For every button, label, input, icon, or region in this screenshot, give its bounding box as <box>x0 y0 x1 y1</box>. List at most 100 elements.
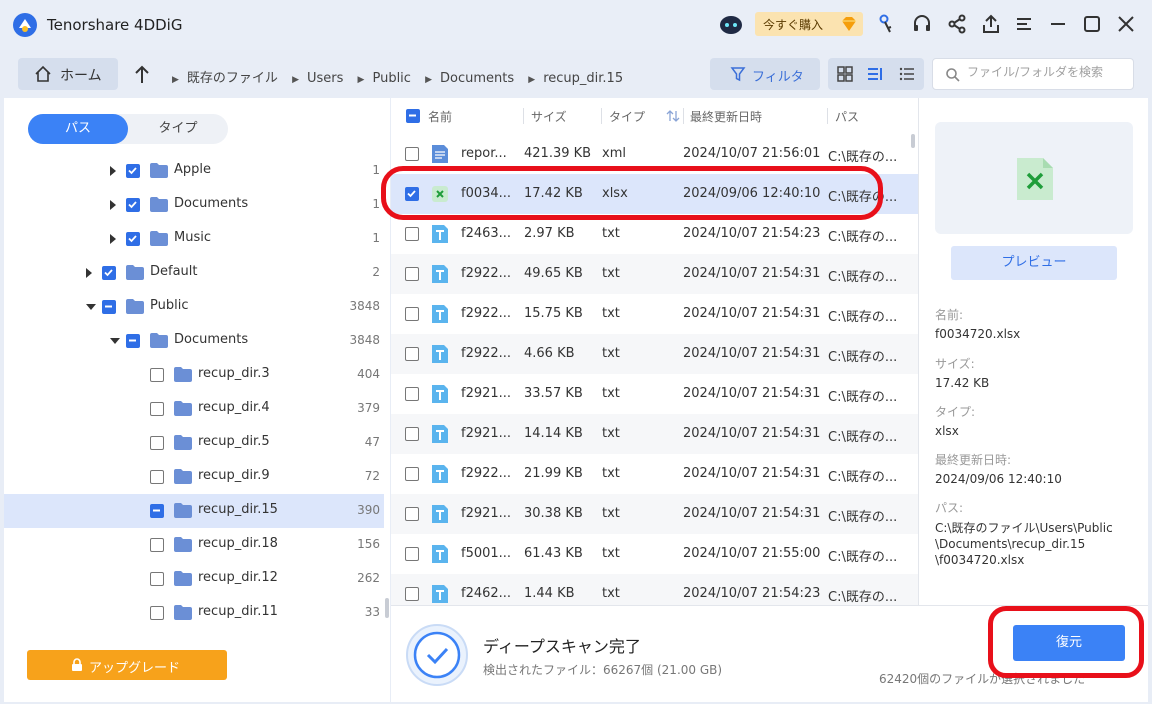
key-icon[interactable] <box>876 13 898 35</box>
headset-support-icon[interactable] <box>911 13 933 35</box>
tree-item[interactable]: recup_dir.9 72 <box>4 460 384 494</box>
file-path: C:\既存の... <box>828 310 898 325</box>
tree-item[interactable]: recup_dir.5 47 <box>4 426 384 460</box>
tab-type[interactable]: タイプ <box>128 114 228 144</box>
tree-item[interactable]: Default 2 <box>4 256 384 290</box>
list-view-icon[interactable] <box>898 65 916 83</box>
tree-item[interactable]: recup_dir.15 390 <box>4 494 384 528</box>
grid-view-icon[interactable] <box>836 65 854 83</box>
tree-item[interactable]: recup_dir.3 404 <box>4 358 384 392</box>
expand-arrow-icon[interactable] <box>110 200 116 210</box>
search-input[interactable] <box>967 65 1127 79</box>
file-row[interactable]: f5001... 61.43 KB txt 2024/10/07 21:55:00 C:… <box>391 534 918 574</box>
file-row-checkbox[interactable] <box>405 507 419 521</box>
column-header-path[interactable]: パス <box>835 108 859 125</box>
detail-list-view-icon[interactable] <box>866 65 884 83</box>
buy-now-button[interactable]: 今すぐ購入 <box>755 12 863 36</box>
restore-button[interactable]: 復元 <box>1013 625 1125 661</box>
menu-icon[interactable] <box>1013 13 1035 35</box>
title-bar: Tenorshare 4DDiG 今すぐ購入 <box>0 0 1152 50</box>
share-icon[interactable] <box>946 13 968 35</box>
breadcrumb-item[interactable]: Documents <box>440 71 514 86</box>
column-header-size[interactable]: サイズ <box>531 108 567 125</box>
tree-item[interactable]: recup_dir.11 33 <box>4 596 384 630</box>
file-row[interactable]: f0034... 17.42 KB xlsx 2024/09/06 12:40:10 C… <box>391 174 918 214</box>
select-all-checkbox[interactable] <box>406 109 420 123</box>
filter-button[interactable]: フィルタ <box>710 58 820 90</box>
view-by-toggle: パス タイプ <box>28 114 228 144</box>
expand-arrow-icon[interactable] <box>86 268 92 278</box>
file-row[interactable]: f2922... 49.65 KB txt 2024/10/07 21:54:31 C:… <box>391 254 918 294</box>
file-row-checkbox[interactable] <box>405 267 419 281</box>
file-row-checkbox[interactable] <box>405 227 419 241</box>
file-row[interactable]: f2921... 14.14 KB txt 2024/10/07 21:54:31 C:… <box>391 414 918 454</box>
tree-item[interactable]: Apple 1 <box>4 154 384 188</box>
expand-arrow-icon[interactable] <box>110 166 116 176</box>
tree-item[interactable]: Documents 1 <box>4 188 384 222</box>
robot-assistant-icon[interactable] <box>719 13 743 35</box>
tree-item-checkbox[interactable] <box>150 402 164 416</box>
file-row-checkbox[interactable] <box>405 467 419 481</box>
breadcrumb-item[interactable]: 既存のファイル <box>187 71 278 86</box>
tree-item-checkbox[interactable] <box>150 606 164 620</box>
minimize-icon[interactable] <box>1047 13 1069 35</box>
expand-arrow-icon[interactable] <box>110 234 116 244</box>
up-arrow-icon[interactable] <box>132 63 152 85</box>
tree-item-checkbox[interactable] <box>150 538 164 552</box>
tree-item-checkbox[interactable] <box>126 198 140 212</box>
tree-item[interactable]: recup_dir.18 156 <box>4 528 384 562</box>
maximize-icon[interactable] <box>1081 13 1103 35</box>
tree-item-count: 262 <box>357 571 380 585</box>
column-header-type[interactable]: タイプ <box>609 108 645 125</box>
close-icon[interactable] <box>1115 13 1137 35</box>
column-header-date[interactable]: 最終更新日時 <box>690 108 762 125</box>
file-row[interactable]: f2922... 15.75 KB txt 2024/10/07 21:54:31 C:… <box>391 294 918 334</box>
tab-path[interactable]: パス <box>28 114 128 144</box>
file-row-checkbox[interactable] <box>405 187 419 201</box>
tree-item-checkbox[interactable] <box>150 436 164 450</box>
file-list-scrollbar[interactable] <box>911 134 915 148</box>
tree-item[interactable]: Public 3848 <box>4 290 384 324</box>
breadcrumb-item[interactable]: Users <box>307 71 343 86</box>
file-row-checkbox[interactable] <box>405 587 419 601</box>
tree-item[interactable]: recup_dir.4 379 <box>4 392 384 426</box>
tree-item[interactable]: recup_dir.12 262 <box>4 562 384 596</box>
home-button[interactable]: ホーム <box>18 58 118 90</box>
file-row-checkbox[interactable] <box>405 427 419 441</box>
breadcrumb-item[interactable]: recup_dir.15 <box>543 71 623 86</box>
upgrade-button[interactable]: アップグレード <box>27 650 227 680</box>
file-row[interactable]: f2921... 33.57 KB txt 2024/10/07 21:54:31 C:… <box>391 374 918 414</box>
tree-item-checkbox[interactable] <box>126 164 140 178</box>
preview-button[interactable]: プレビュー <box>951 246 1117 280</box>
tree-item-checkbox[interactable] <box>150 470 164 484</box>
file-row-checkbox[interactable] <box>405 387 419 401</box>
file-row[interactable]: f2922... 4.66 KB txt 2024/10/07 21:54:31 C:\… <box>391 334 918 374</box>
file-name: repor... <box>461 146 507 161</box>
tree-scrollbar[interactable] <box>385 598 389 618</box>
file-row[interactable]: f2463... 2.97 KB txt 2024/10/07 21:54:23 C:\… <box>391 214 918 254</box>
collapse-arrow-icon[interactable] <box>86 304 96 310</box>
tree-item-checkbox[interactable] <box>102 300 116 314</box>
tree-item-checkbox[interactable] <box>102 266 116 280</box>
file-row-checkbox[interactable] <box>405 547 419 561</box>
file-row[interactable]: f2922... 21.99 KB txt 2024/10/07 21:54:31 C:… <box>391 454 918 494</box>
file-type: xml <box>602 146 626 161</box>
upload-export-icon[interactable] <box>980 13 1002 35</box>
tree-item-checkbox[interactable] <box>150 504 164 518</box>
sort-icon[interactable] <box>665 108 681 124</box>
file-row-checkbox[interactable] <box>405 147 419 161</box>
file-row-checkbox[interactable] <box>405 307 419 321</box>
tree-item-checkbox[interactable] <box>126 334 140 348</box>
file-row[interactable]: f2921... 30.38 KB txt 2024/10/07 21:54:31 C:… <box>391 494 918 534</box>
tree-item-checkbox[interactable] <box>126 232 140 246</box>
tree-item-checkbox[interactable] <box>150 368 164 382</box>
collapse-arrow-icon[interactable] <box>110 338 120 344</box>
tree-item[interactable]: Documents 3848 <box>4 324 384 358</box>
breadcrumb-item[interactable]: Public <box>372 71 410 86</box>
file-row[interactable]: f2462... 1.44 KB txt 2024/10/07 21:54:23 C:\… <box>391 574 918 605</box>
column-header-name[interactable]: 名前 <box>428 108 452 125</box>
file-row[interactable]: repor... 421.39 KB xml 2024/10/07 21:56:01 C… <box>391 134 918 174</box>
file-row-checkbox[interactable] <box>405 347 419 361</box>
tree-item-checkbox[interactable] <box>150 572 164 586</box>
tree-item[interactable]: Music 1 <box>4 222 384 256</box>
